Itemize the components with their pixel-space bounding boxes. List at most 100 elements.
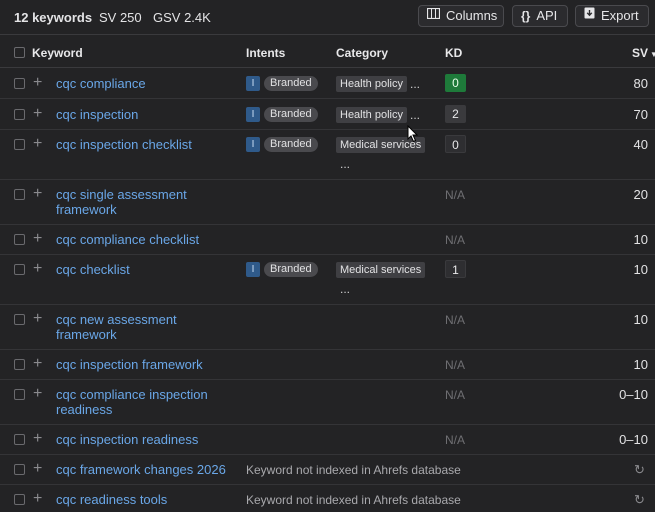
columns-icon — [426, 5, 441, 27]
table-row: + cqc new assessment framework N/A 10 — [0, 305, 655, 350]
kd-na: N/A — [445, 388, 466, 402]
not-indexed-note: Keyword not indexed in Ahrefs database — [246, 493, 461, 507]
category-tag: Health policy — [336, 107, 407, 123]
table-row: + cqc compliance I Branded Health policy… — [0, 68, 655, 99]
row-checkbox[interactable] — [14, 234, 25, 245]
keyword-link[interactable]: cqc inspection framework — [56, 357, 236, 372]
keyword-link[interactable]: cqc new assessment framework — [56, 312, 236, 342]
keyword-link[interactable]: cqc inspection readiness — [56, 432, 236, 447]
plus-icon[interactable]: + — [33, 231, 42, 247]
intent-informational-badge: I — [246, 262, 260, 277]
row-checkbox[interactable] — [14, 109, 25, 120]
keyword-link[interactable]: cqc framework changes 2026 — [56, 462, 246, 477]
table-row: + cqc checklist I Branded Medical servic… — [0, 255, 655, 305]
row-checkbox[interactable] — [14, 264, 25, 275]
plus-icon[interactable]: + — [33, 261, 42, 277]
kd-na: N/A — [445, 358, 466, 372]
export-icon — [584, 5, 595, 27]
plus-icon[interactable]: + — [33, 461, 42, 477]
keyword-link[interactable]: cqc single assessment framework — [56, 187, 236, 217]
row-checkbox[interactable] — [14, 434, 25, 445]
table-row: + cqc compliance inspection readiness N/… — [0, 380, 655, 425]
plus-icon[interactable]: + — [33, 75, 42, 91]
intent-branded-badge: Branded — [264, 262, 318, 277]
kd-na: N/A — [445, 188, 466, 202]
keyword-link[interactable]: cqc inspection checklist — [56, 137, 236, 152]
plus-icon[interactable]: + — [33, 386, 42, 402]
plus-icon[interactable]: + — [33, 186, 42, 202]
plus-icon[interactable]: + — [33, 311, 42, 327]
row-checkbox[interactable] — [14, 314, 25, 325]
row-checkbox[interactable] — [14, 78, 25, 89]
select-all-checkbox[interactable] — [14, 47, 25, 58]
row-checkbox[interactable] — [14, 464, 25, 475]
table-row: + cqc inspection checklist I Branded Med… — [0, 130, 655, 180]
table-row: + cqc readiness tools Keyword not indexe… — [0, 485, 655, 512]
refresh-icon[interactable]: ↻ — [634, 492, 645, 508]
keyword-link[interactable]: cqc compliance — [56, 76, 236, 91]
total-sv: SV 250 — [99, 10, 142, 25]
intent-branded-badge: Branded — [264, 76, 318, 91]
api-button[interactable]: {} API — [512, 5, 568, 27]
kd-na: N/A — [445, 233, 466, 247]
row-checkbox[interactable] — [14, 389, 25, 400]
table-header: Keyword Intents Category KD SV ▼ — [0, 34, 655, 68]
export-button[interactable]: Export — [575, 5, 649, 27]
header-category[interactable]: Category — [336, 46, 388, 60]
sort-desc-icon: ▼ — [650, 50, 655, 59]
category-more[interactable]: ... — [410, 77, 420, 91]
api-label: API — [536, 8, 558, 23]
kd-na: N/A — [445, 313, 466, 327]
header-keyword[interactable]: Keyword — [32, 46, 83, 60]
sv-value: 10 — [633, 357, 648, 372]
header-sv[interactable]: SV ▼ — [632, 46, 655, 60]
table-row: + cqc inspection framework N/A 10 — [0, 350, 655, 380]
keyword-link[interactable]: cqc inspection — [56, 107, 236, 122]
keyword-link[interactable]: cqc checklist — [56, 262, 236, 277]
kd-value: 0 — [445, 135, 466, 153]
row-checkbox[interactable] — [14, 189, 25, 200]
sv-value: 10 — [633, 312, 648, 327]
kd-value: 2 — [445, 105, 466, 123]
keyword-link[interactable]: cqc compliance checklist — [56, 232, 236, 247]
not-indexed-note: Keyword not indexed in Ahrefs database — [246, 463, 461, 477]
export-label: Export — [601, 8, 639, 23]
intent-informational-badge: I — [246, 137, 260, 152]
plus-icon[interactable]: + — [33, 106, 42, 122]
keyword-count: 12 keywords — [14, 10, 93, 25]
refresh-icon[interactable]: ↻ — [634, 462, 645, 478]
total-gsv: GSV 2.4K — [153, 10, 211, 25]
sv-value: 10 — [633, 232, 648, 247]
keyword-link[interactable]: cqc readiness tools — [56, 492, 236, 507]
sv-value: 0–10 — [619, 432, 648, 447]
header-kd[interactable]: KD — [445, 46, 462, 60]
keyword-link[interactable]: cqc compliance inspection readiness — [56, 387, 236, 417]
columns-button[interactable]: Columns — [418, 5, 504, 27]
row-checkbox[interactable] — [14, 494, 25, 505]
intent-informational-badge: I — [246, 76, 260, 91]
table-row: + cqc inspection readiness N/A 0–10 — [0, 425, 655, 455]
mouse-cursor-icon — [407, 124, 419, 148]
row-checkbox[interactable] — [14, 139, 25, 150]
category-more[interactable]: ... — [340, 157, 350, 171]
braces-icon: {} — [521, 9, 531, 23]
header-intents[interactable]: Intents — [246, 46, 285, 60]
columns-label: Columns — [446, 8, 498, 23]
sv-value: 40 — [633, 137, 648, 152]
plus-icon[interactable]: + — [33, 356, 42, 372]
plus-icon[interactable]: + — [33, 431, 42, 447]
table-row: + cqc framework changes 2026 Keyword not… — [0, 455, 655, 485]
kd-na: N/A — [445, 433, 466, 447]
sv-value: 10 — [633, 262, 648, 277]
header-sv-label: SV — [632, 46, 649, 60]
category-more[interactable]: ... — [410, 108, 420, 122]
plus-icon[interactable]: + — [33, 136, 42, 152]
sv-value: 20 — [633, 187, 648, 202]
sv-value: 0–10 — [619, 387, 648, 402]
row-checkbox[interactable] — [14, 359, 25, 370]
category-tag: Health policy — [336, 76, 407, 92]
plus-icon[interactable]: + — [33, 491, 42, 507]
sv-value: 70 — [633, 107, 648, 122]
intent-branded-badge: Branded — [264, 107, 318, 122]
category-more[interactable]: ... — [340, 282, 350, 296]
